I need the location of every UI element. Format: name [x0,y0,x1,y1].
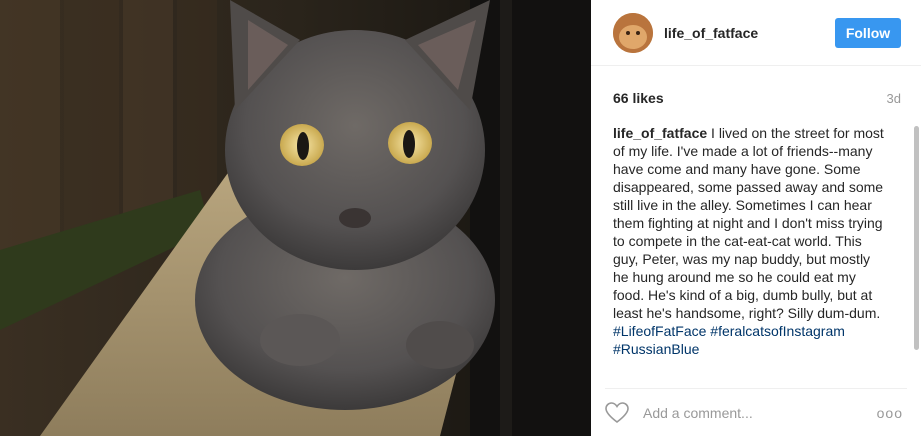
post-time[interactable]: 3d [887,91,901,106]
header-username[interactable]: life_of_fatface [664,25,835,41]
hashtag-link[interactable]: #feralcatsofInstagram [710,323,845,339]
post-caption: life_of_fatface I lived on the street fo… [613,124,885,358]
follow-button[interactable]: Follow [835,17,901,48]
caption-scrollbar[interactable] [914,126,919,350]
post-sidebar: life_of_fatface Follow 66 likes 3d life_… [591,0,921,436]
likes-count[interactable]: 66 likes [613,90,664,106]
post-photo[interactable] [0,0,591,436]
comment-input[interactable] [641,404,877,422]
avatar[interactable] [613,12,653,53]
hashtag-link[interactable]: #RussianBlue [613,341,699,357]
heart-icon[interactable] [605,402,629,424]
caption-text: I lived on the street for most of my lif… [613,125,884,321]
gray-cat-photo [0,0,591,436]
comment-bar: ooo [605,388,907,437]
caption-username[interactable]: life_of_fatface [613,125,707,141]
post-meta: 66 likes 3d [613,90,901,106]
more-options-icon[interactable]: ooo [877,405,903,421]
hashtag-link[interactable]: #LifeofFatFace [613,323,706,339]
post-header: life_of_fatface Follow [591,0,921,66]
instagram-post: life_of_fatface Follow 66 likes 3d life_… [0,0,921,436]
